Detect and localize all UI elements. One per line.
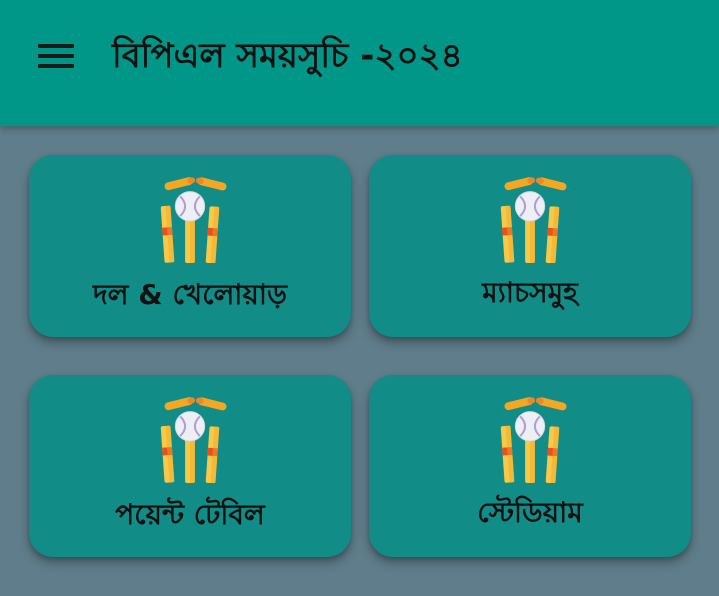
card-point-table[interactable]: পয়েন্ট টেবিল [29,375,351,557]
cricket-wicket-icon [499,174,569,263]
hamburger-menu-icon[interactable] [28,33,84,79]
menu-grid: দল & খেলোয়াড় ম্যাচসমুহ পয়েন্ট টেবিল স… [0,126,719,596]
card-stadiums[interactable]: স্টেডিয়াম [369,375,691,557]
card-teams-players[interactable]: দল & খেলোয়াড় [29,155,351,337]
card-label: দল & খেলোয়াড় [92,278,288,311]
app-bar: বিপিএল সময়সুচি -২০২৪ [0,0,719,126]
cricket-wicket-icon [159,174,229,263]
menu-line [38,54,74,58]
cricket-wicket-icon [499,394,569,483]
card-label: পয়েন্ট টেবিল [115,498,265,531]
menu-line [38,44,74,48]
menu-line [38,64,74,68]
card-matches[interactable]: ম্যাচসমুহ [369,155,691,337]
card-label: স্টেডিয়াম [477,496,583,529]
cricket-wicket-icon [159,394,229,483]
page-title: বিপিএল সময়সুচি -২০২৪ [112,36,463,76]
card-label: ম্যাচসমুহ [482,276,578,309]
